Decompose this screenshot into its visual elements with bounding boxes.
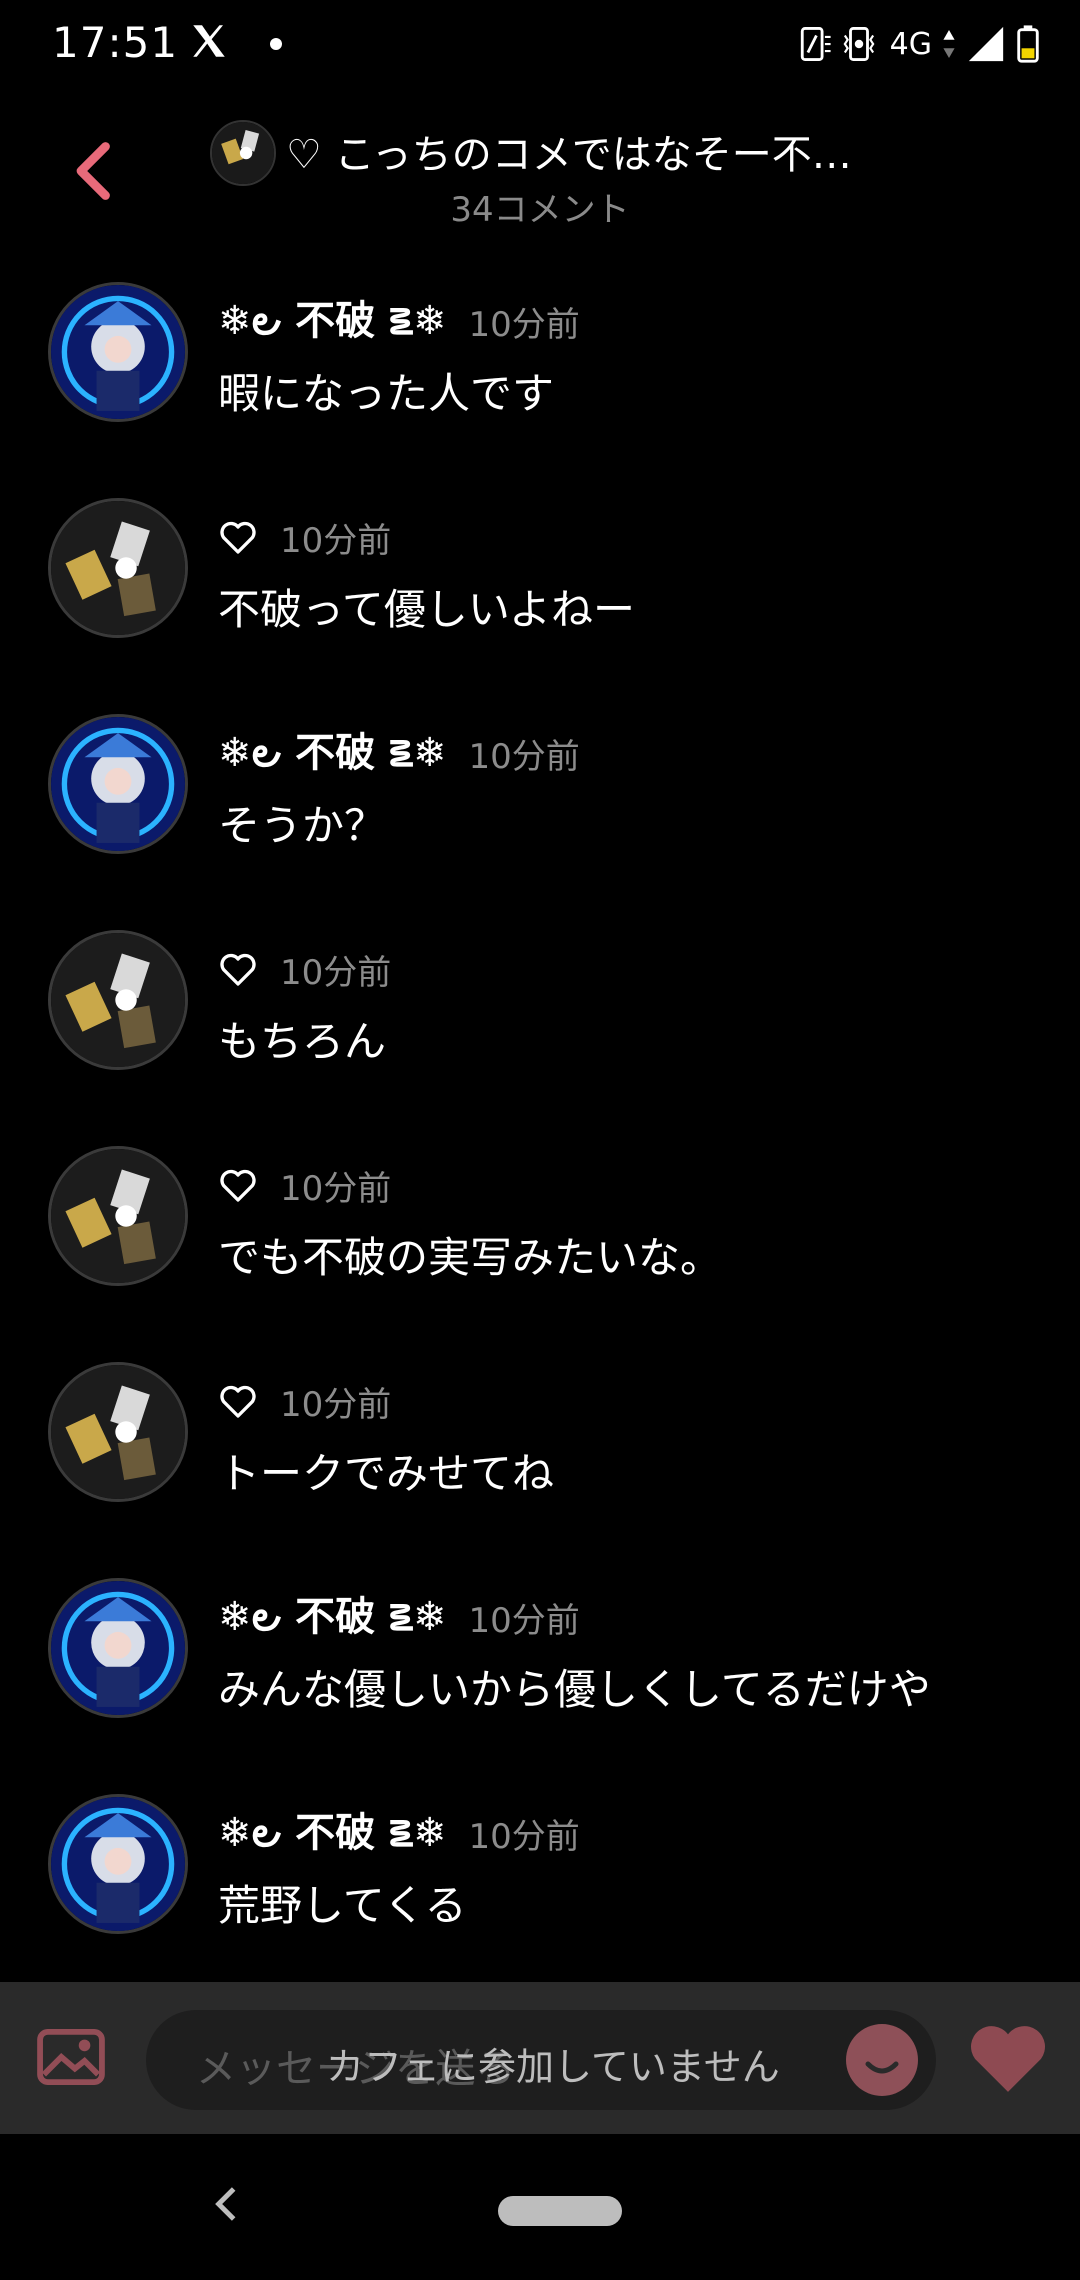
comment-author: ❄︎౿ 不破 ౾❄︎ xyxy=(218,1594,447,1640)
photo-avatar[interactable] xyxy=(48,930,188,1070)
data-arrows-icon xyxy=(943,30,955,58)
comment-time: 10分前 xyxy=(468,304,580,345)
comment-item: ❄︎౿ 不破 ౾❄︎ 10分前 暇になった人です xyxy=(0,270,1080,486)
not-joined-notice: カフェに参加していません xyxy=(326,2045,780,2089)
emoji-button[interactable] xyxy=(846,2024,918,2096)
system-nav-bar xyxy=(0,2134,1080,2280)
photo-avatar[interactable] xyxy=(48,498,188,638)
smile-icon xyxy=(865,2061,899,2074)
comment-author: ❄︎౿ 不破 ౾❄︎ xyxy=(218,1810,447,1856)
comment-time: 10分前 xyxy=(280,1384,392,1425)
comment-item: ❄︎౿ 不破 ౾❄︎ 10分前 荒野してくる xyxy=(0,1782,1080,1998)
comment-text: 暇になった人です xyxy=(218,369,555,418)
comment-item: ❄︎౿ 不破 ౾❄︎ 10分前 そうか？ xyxy=(0,702,1080,918)
comment-text: 不破って優しいよねー xyxy=(218,585,636,634)
network-type-label: 4G xyxy=(889,26,932,62)
comment-item: 10分前 もちろん xyxy=(0,918,1080,1134)
heart-icon xyxy=(220,521,256,554)
comment-item: 10分前 でも不破の実写みたいな。 xyxy=(0,1134,1080,1350)
comment-time: 10分前 xyxy=(280,520,392,561)
comment-text: 荒野してくる xyxy=(218,1881,467,1930)
comment-item: 10分前 不破って優しいよねー xyxy=(0,486,1080,702)
comment-text: でも不破の実写みたいな。 xyxy=(218,1233,723,1282)
comment-time: 10分前 xyxy=(280,952,392,993)
status-bar: 17:51 4G xyxy=(0,0,1080,92)
photo-avatar[interactable] xyxy=(48,1362,188,1502)
comment-time: 10分前 xyxy=(468,736,580,777)
anime-avatar[interactable] xyxy=(48,1578,188,1718)
signal-icon xyxy=(968,26,1004,62)
comment-text: そうか？ xyxy=(218,801,387,850)
battery-icon xyxy=(1017,25,1039,63)
comment-count: 34コメント xyxy=(450,190,630,230)
anime-avatar[interactable] xyxy=(48,714,188,854)
vibrate-icon xyxy=(843,27,875,61)
thread-avatar[interactable] xyxy=(210,120,276,186)
thread-header: ♡ こっちのコメではなそー不… 34コメント xyxy=(0,100,1080,240)
comment-text: トークでみせてね xyxy=(218,1449,555,1498)
image-icon[interactable] xyxy=(36,2028,106,2086)
thread-title: ♡ こっちのコメではなそー不… xyxy=(286,132,852,178)
nav-back-icon[interactable] xyxy=(210,2184,244,2224)
comment-list: ❄︎౿ 不破 ౾❄︎ 10分前 暇になった人です 10分前 不破って優しいよねー xyxy=(0,270,1080,1998)
anime-avatar[interactable] xyxy=(48,282,188,422)
comment-author: ❄︎౿ 不破 ౾❄︎ xyxy=(218,730,447,776)
comment-time: 10分前 xyxy=(280,1168,392,1209)
anime-avatar[interactable] xyxy=(48,1794,188,1934)
comment-author: ❄︎౿ 不破 ౾❄︎ xyxy=(218,298,447,344)
status-icons: 4G xyxy=(798,22,1040,66)
comment-text: みんな優しいから優しくしてるだけや xyxy=(218,1665,931,1714)
notification-dot-icon xyxy=(270,38,282,50)
status-time: 17:51 xyxy=(52,18,179,67)
photo-avatar[interactable] xyxy=(48,1146,188,1286)
message-input[interactable]: メッセージを送る カフェに参加していません xyxy=(146,2010,936,2110)
message-input-bar: メッセージを送る カフェに参加していません xyxy=(0,1982,1080,2134)
x-app-icon xyxy=(193,25,225,57)
comment-time: 10分前 xyxy=(468,1816,580,1857)
heart-icon xyxy=(220,1385,256,1418)
home-pill[interactable] xyxy=(498,2196,622,2226)
comment-text: もちろん xyxy=(218,1017,387,1066)
heart-send-icon[interactable] xyxy=(966,2022,1050,2096)
heart-icon xyxy=(220,953,256,986)
nfc-icon xyxy=(800,27,831,61)
heart-icon xyxy=(220,1169,256,1202)
comment-item: 10分前 トークでみせてね xyxy=(0,1350,1080,1566)
comment-item: ❄︎౿ 不破 ౾❄︎ 10分前 みんな優しいから優しくしてるだけや xyxy=(0,1566,1080,1782)
comment-time: 10分前 xyxy=(468,1600,580,1641)
